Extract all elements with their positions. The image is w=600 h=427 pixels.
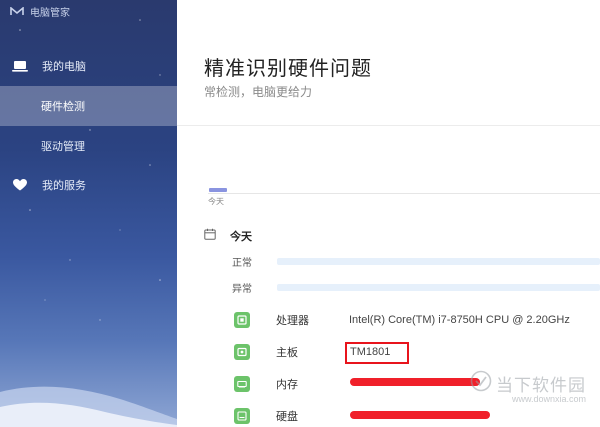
app-title: 电脑管家: [10, 4, 70, 19]
hardware-name: 硬盘: [276, 411, 298, 423]
heart-icon: [12, 178, 28, 192]
hardware-row-cpu: 处理器 Intel(R) Core(TM) i7-8750H CPU @ 2.2…: [234, 309, 570, 331]
motherboard-icon: [234, 344, 250, 360]
page-subtitle: 常检测，电脑更给力: [204, 85, 313, 99]
status-row-abnormal: 异常: [232, 280, 600, 295]
watermark: 当下软件园 www.downxia.com: [470, 370, 586, 404]
main-panel: 精准识别硬件问题 常检测，电脑更给力 今天 今天 正常 异常 处理器 Intel…: [177, 0, 600, 427]
sidebar-item-label: 硬件检测: [41, 101, 85, 113]
hardware-row-memory: 内存: [234, 373, 298, 395]
sidebar-item-hardware-check[interactable]: 硬件检测: [0, 86, 177, 126]
day-label: 今天: [230, 231, 252, 243]
sidebar-item-label: 我的电脑: [42, 61, 86, 73]
hardware-row-motherboard: 主板 TM1801: [234, 341, 390, 363]
sidebar-item-my-computer[interactable]: 我的电脑: [0, 46, 177, 86]
memory-icon: [234, 376, 250, 392]
app-logo-icon: [10, 7, 24, 16]
timeline-line: [208, 193, 600, 194]
hardware-row-disk: 硬盘: [234, 405, 298, 427]
sidebar-item-label: 驱动管理: [41, 141, 85, 153]
status-bar: [277, 258, 600, 265]
sidebar-item-label: 我的服务: [42, 180, 86, 192]
header-divider: [177, 125, 600, 126]
cpu-icon: [234, 312, 250, 328]
sidebar-item-my-services[interactable]: 我的服务: [0, 165, 177, 205]
hills-illustration: [0, 386, 177, 427]
highlight-box: [345, 342, 409, 364]
timeline-marker[interactable]: [209, 188, 227, 192]
status-label: 正常: [232, 258, 252, 269]
status-label: 异常: [232, 284, 252, 295]
hardware-name: 主板: [276, 347, 298, 359]
status-bar: [277, 284, 600, 291]
calendar-icon: [204, 227, 216, 245]
disk-icon: [234, 408, 250, 424]
app-title-label: 电脑管家: [30, 8, 70, 19]
hardware-name: 处理器: [276, 315, 309, 327]
status-row-normal: 正常: [232, 254, 600, 269]
sidebar-item-driver-management[interactable]: 驱动管理: [0, 126, 177, 166]
sidebar: 电脑管家 我的电脑 硬件检测 驱动管理 我的服务: [0, 0, 177, 427]
watermark-logo-icon: [470, 370, 492, 397]
day-row: 今天: [204, 227, 252, 245]
redaction-mark: [350, 378, 480, 386]
page-title: 精准识别硬件问题: [204, 58, 372, 80]
watermark-url: www.downxia.com: [511, 394, 586, 404]
hardware-name: 内存: [276, 379, 298, 391]
timeline-label: 今天: [208, 197, 224, 206]
watermark-name: 当下软件园: [496, 376, 586, 395]
laptop-icon: [12, 59, 28, 73]
hardware-value: Intel(R) Core(TM) i7-8750H CPU @ 2.20GHz: [349, 314, 570, 326]
redaction-mark: [350, 411, 490, 419]
